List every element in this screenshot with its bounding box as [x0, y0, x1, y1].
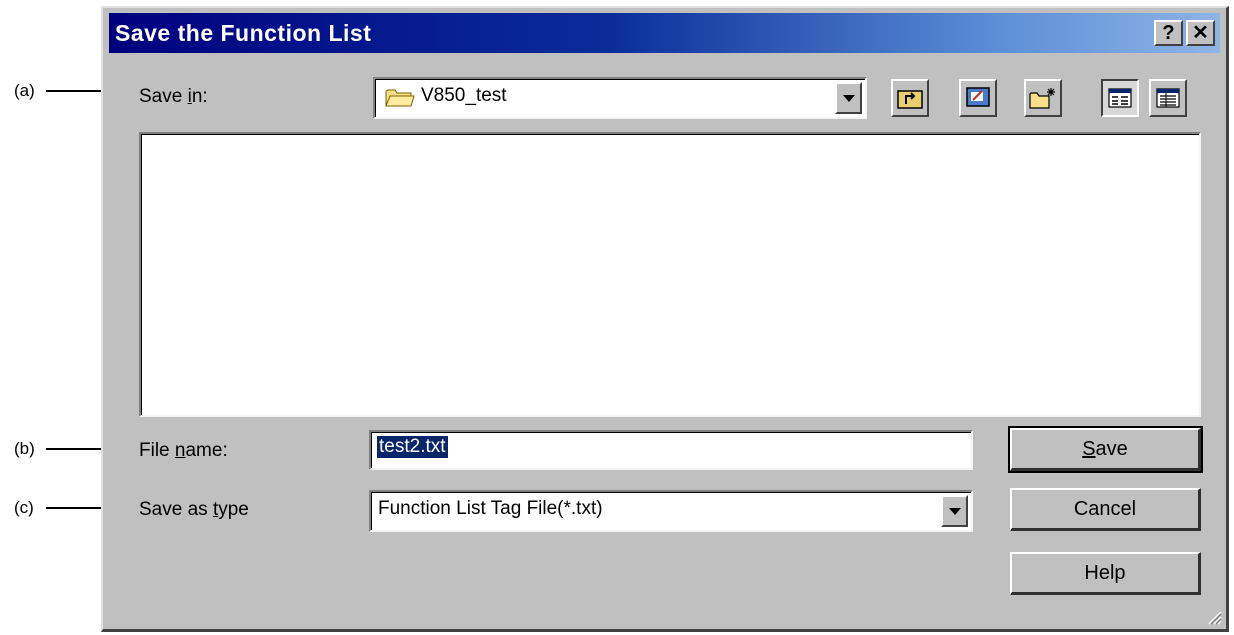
- save-as-type-label: Save as type: [139, 499, 249, 521]
- list-view-button[interactable]: [1101, 79, 1139, 117]
- cancel-button[interactable]: Cancel: [1010, 488, 1201, 531]
- file-name-label-post: ame:: [185, 440, 228, 461]
- close-icon: ✕: [1192, 22, 1209, 44]
- callout-a-line: [46, 90, 108, 92]
- details-view-icon: [1156, 88, 1180, 108]
- save-in-label-post: n:: [191, 86, 208, 107]
- callout-b-line: [46, 448, 108, 450]
- list-view-icon: [1108, 88, 1132, 108]
- save-button[interactable]: Save: [1008, 426, 1203, 473]
- close-title-button[interactable]: ✕: [1186, 20, 1215, 46]
- save-as-type-label-post: ype: [218, 499, 249, 520]
- save-in-label-pre: Save: [139, 86, 188, 107]
- callout-c-label: (c): [14, 498, 34, 517]
- save-button-key: S: [1082, 437, 1096, 460]
- new-folder-icon: [1029, 88, 1055, 109]
- chevron-down-icon: [842, 95, 855, 102]
- resize-grip-icon[interactable]: [1206, 609, 1222, 625]
- save-as-type-label-pre: Save as: [139, 499, 213, 520]
- file-name-label: File name:: [139, 440, 228, 462]
- callout-b-label: (b): [14, 439, 35, 458]
- callout-c-line: [46, 507, 108, 509]
- save-as-type-dropdown-button[interactable]: [941, 495, 968, 527]
- chevron-down-icon: [948, 508, 961, 515]
- save-in-combo[interactable]: V850_test: [373, 77, 867, 119]
- desktop-button[interactable]: [959, 79, 997, 117]
- file-list-area[interactable]: [139, 132, 1201, 417]
- callout-a-label: (a): [14, 81, 35, 100]
- new-folder-button[interactable]: [1024, 79, 1062, 117]
- details-view-button[interactable]: [1149, 79, 1187, 117]
- file-name-value: test2.txt: [377, 436, 448, 458]
- save-in-dropdown-button[interactable]: [835, 82, 862, 114]
- up-folder-icon: [897, 90, 923, 109]
- cancel-button-label: Cancel: [1073, 497, 1137, 520]
- file-name-label-pre: File: [139, 440, 175, 461]
- save-in-value: V850_test: [421, 85, 507, 106]
- file-name-label-key: n: [174, 440, 186, 461]
- save-as-type-value: Function List Tag File(*.txt): [378, 498, 603, 519]
- save-as-type-combo[interactable]: Function List Tag File(*.txt): [369, 490, 973, 532]
- file-name-input[interactable]: test2.txt: [369, 430, 973, 470]
- folder-icon: [385, 89, 415, 107]
- up-one-level-button[interactable]: [891, 79, 929, 117]
- save-button-label: ave: [1095, 437, 1128, 460]
- help-button-label: Help: [1084, 561, 1126, 584]
- help-button[interactable]: Help: [1010, 552, 1201, 595]
- title-bar[interactable]: Save the Function List ? ✕: [109, 13, 1220, 53]
- desktop-icon: [966, 87, 990, 107]
- dialog-title: Save the Function List: [115, 20, 372, 46]
- question-mark-icon: ?: [1162, 22, 1175, 44]
- save-in-label: Save in:: [139, 86, 208, 108]
- save-dialog: Save the Function List ? ✕ Save in: V850…: [101, 6, 1229, 632]
- help-title-button[interactable]: ?: [1154, 20, 1183, 46]
